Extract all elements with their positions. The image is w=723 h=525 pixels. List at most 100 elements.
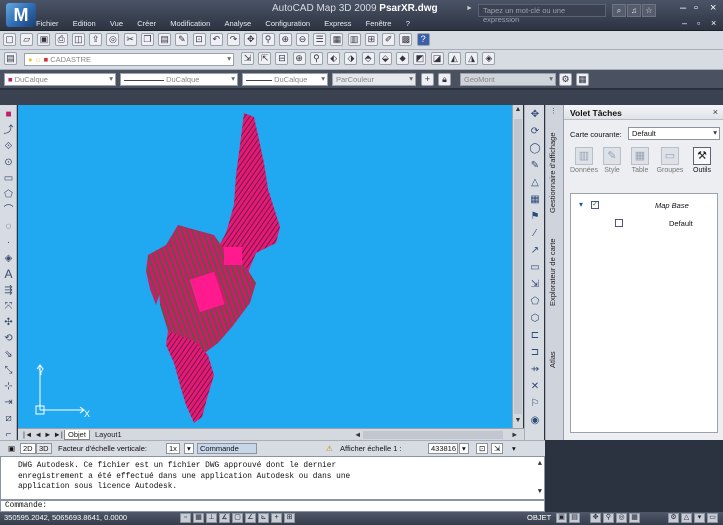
current-map-dropdown[interactable]: Default ▾	[628, 127, 720, 140]
tool-palettes-icon[interactable]: ▥	[347, 33, 361, 46]
plotstyle-dropdown[interactable]: ParCouleur ▾	[332, 73, 416, 86]
scroll-thumb[interactable]	[514, 119, 522, 414]
block-icon[interactable]: ⊡	[192, 33, 206, 46]
circle-tool-icon[interactable]: ◯	[528, 142, 542, 156]
scroll-down-icon[interactable]: ▼	[538, 487, 542, 498]
menu-help[interactable]: ?	[406, 19, 410, 28]
tray-icon[interactable]: ▾	[694, 513, 705, 523]
calculator-icon[interactable]: ▩	[399, 33, 413, 46]
layer-states-icon[interactable]: ⊟	[275, 52, 289, 65]
properties-icon[interactable]: ☰	[313, 33, 327, 46]
close-icon[interactable]: ×	[713, 107, 718, 117]
dyn-icon[interactable]: +	[271, 513, 282, 523]
scroll-up-icon[interactable]: ▲	[538, 459, 542, 470]
model-space-label[interactable]: OBJET	[527, 513, 551, 522]
geomont-dropdown[interactable]: GeoMont ▾	[460, 73, 556, 86]
markup-icon[interactable]: ✐	[382, 33, 396, 46]
trim-icon[interactable]: ⊹	[2, 380, 15, 393]
paste-icon[interactable]: ▤	[158, 33, 172, 46]
tab-model[interactable]: Objet	[64, 430, 90, 440]
move-icon[interactable]: ✣	[2, 316, 15, 329]
tools-button[interactable]: ⚒ Outils	[688, 147, 716, 174]
menu-fenetre[interactable]: Fenêtre	[366, 19, 392, 28]
menu-modification[interactable]: Modification	[170, 19, 210, 28]
data-button[interactable]: ▥ Données	[570, 147, 598, 174]
lock-icon[interactable]: 🔒︎	[438, 73, 451, 86]
arc-icon[interactable]: ⌒	[2, 204, 15, 217]
ducs-icon[interactable]: ⊾	[258, 513, 269, 523]
table-button[interactable]: ▦ Table	[626, 147, 654, 174]
redo-icon[interactable]: ↷	[227, 33, 241, 46]
search-icon[interactable]: ⌕	[612, 4, 626, 17]
menu-edition[interactable]: Edition	[73, 19, 96, 28]
linework-icon[interactable]: ⁄	[528, 227, 542, 241]
clean-screen-icon[interactable]: ▭	[707, 513, 718, 523]
map-tool9-icon[interactable]: ◮	[465, 52, 479, 65]
make-current-icon[interactable]: ⇲	[241, 52, 254, 65]
view-3d-button[interactable]: 3D	[36, 443, 52, 454]
save-icon[interactable]: ▣	[37, 33, 51, 46]
showmotion-icon[interactable]: ▦	[629, 513, 640, 523]
publish-icon[interactable]: ⇪	[89, 33, 103, 46]
layout-icon[interactable]: ▣	[556, 513, 567, 523]
expand-icon[interactable]: ▾	[579, 200, 583, 209]
tree-item-map-base[interactable]: ▾ ✓ Map Base	[571, 200, 717, 212]
layer-dropdown[interactable]: ● ☼ ■ CADASTRE ▾	[24, 53, 234, 66]
stretch-icon[interactable]: ⤡	[2, 364, 15, 377]
groups-button[interactable]: ▭ Groupes	[656, 147, 684, 174]
menu-analyse[interactable]: Analyse	[225, 19, 252, 28]
map-tool8-icon[interactable]: ◭	[447, 52, 461, 65]
osnap-icon[interactable]: ▢	[232, 513, 243, 523]
command-input[interactable]: Commande:	[0, 500, 545, 512]
zoom-previous-icon[interactable]: ⊖	[295, 33, 309, 46]
snap-icon[interactable]: ▫	[180, 513, 191, 523]
pencil-icon[interactable]: ✎	[528, 159, 542, 173]
polyline-icon[interactable]: ⊙	[2, 156, 15, 169]
layer-previous-icon[interactable]: ⇱	[258, 52, 272, 65]
scale-icon[interactable]: ⇘	[2, 348, 15, 361]
app-menu-button[interactable]: M	[6, 3, 36, 27]
color-dropdown[interactable]: ■ DuCalque ▾	[4, 73, 116, 86]
chevron-down-icon[interactable]: ▾	[459, 443, 469, 454]
preview-icon[interactable]: ◫	[71, 33, 85, 46]
break-icon[interactable]: ⧄	[2, 412, 15, 425]
menu-configuration[interactable]: Configuration	[265, 19, 310, 28]
communication-icon[interactable]: ♫	[627, 4, 641, 17]
doc-restore-button[interactable]: ▫	[697, 18, 700, 28]
map-tool1-icon[interactable]: ⬖	[327, 52, 341, 65]
copy-icon[interactable]: ❐	[140, 33, 154, 46]
zoom-window-icon[interactable]: ⊕	[278, 33, 292, 46]
gear-icon[interactable]: ⚙	[559, 73, 572, 86]
point-icon[interactable]: ·	[2, 236, 15, 249]
text-icon[interactable]: A	[2, 268, 15, 281]
orbit-icon[interactable]: ⟳	[528, 125, 542, 139]
grid-tool-icon[interactable]: ▦	[528, 193, 542, 207]
layer-tool-icon[interactable]: ⚑	[528, 210, 542, 224]
zoom-extents-icon[interactable]: ⊕	[292, 52, 306, 65]
hscroll-right-icon[interactable]: ►	[508, 430, 521, 440]
layer-visible-checkbox[interactable]: ✓	[591, 201, 599, 209]
construction-line-icon[interactable]: ⟐	[2, 140, 15, 153]
tab-map-explorer[interactable]: Explorateur de carte	[548, 230, 562, 315]
annotation-icon[interactable]: △	[681, 513, 692, 523]
lineweight-dropdown[interactable]: DuCalque ▾	[242, 73, 328, 86]
tab-layout1[interactable]: Layout1	[92, 430, 125, 440]
rectangle-icon[interactable]: ⬠	[2, 188, 15, 201]
table-icon[interactable]: ⤧	[2, 300, 15, 313]
chevron-down-icon[interactable]: ▾	[184, 443, 194, 454]
help-icon[interactable]: ?	[416, 33, 430, 46]
open-icon[interactable]: ▱	[20, 33, 34, 46]
hatch-icon[interactable]: ◈	[2, 252, 15, 265]
cut-icon[interactable]: ✂	[123, 33, 137, 46]
menu-fichier[interactable]: Fichier	[36, 19, 59, 28]
arrow-tool-icon[interactable]: ⇸	[528, 363, 542, 377]
shape1-icon[interactable]: ⬠	[528, 295, 542, 309]
vertical-scale-input[interactable]: 1x	[166, 443, 180, 454]
polar-icon[interactable]: ∡	[219, 513, 230, 523]
region-icon[interactable]: ⇶	[2, 284, 15, 297]
export-icon[interactable]: ⇲	[528, 278, 542, 292]
layer-manager-icon[interactable]: ▤	[4, 52, 17, 65]
lock-icon[interactable]: ⊡	[476, 443, 489, 454]
sheet-set-icon[interactable]: ⊞	[364, 33, 378, 46]
tool-bottom-icon[interactable]: ◉	[528, 414, 542, 428]
